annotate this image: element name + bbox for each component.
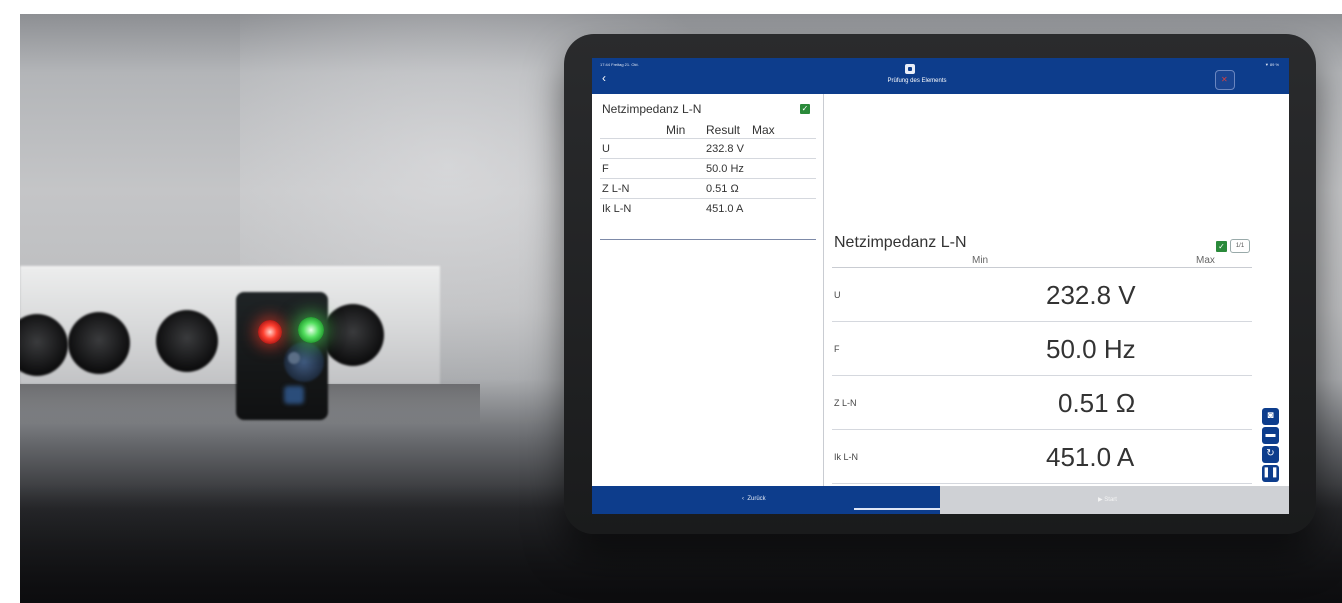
socket <box>68 312 130 374</box>
table-row: Ik L-N 451.0 A <box>600 198 816 218</box>
side-toolbar: ◙ ▬ ↻ ❚❚ <box>1262 408 1280 484</box>
status-battery: ▼ 89 % <box>1264 62 1279 67</box>
camera-button[interactable]: ◙ <box>1262 408 1279 425</box>
checkbox-checked-icon[interactable]: ✓ <box>1216 241 1227 252</box>
table-row: Z L-N 0.51 Ω <box>600 178 816 198</box>
measurement-value: 0.51 Ω <box>1058 388 1136 418</box>
red-led <box>258 320 282 344</box>
active-indicator <box>854 508 940 510</box>
top-bar: 17:44 Freitag 21. Okt. ▼ 89 % ‹ Prüfung … <box>592 58 1289 94</box>
page-title: Prüfung des Elements <box>887 78 947 84</box>
column-header-min: Min <box>666 123 686 137</box>
start-button-label: ▶ Start <box>1098 497 1117 503</box>
checkbox-checked-icon: ✓ <box>800 104 810 114</box>
measurement-value: 232.8 V <box>1046 280 1136 310</box>
blue-led <box>284 386 304 404</box>
measurement-row: U 232.8 V <box>832 268 1252 322</box>
column-header-result: Result <box>706 123 741 137</box>
small-led <box>288 352 300 364</box>
close-x-icon: ✕ <box>1221 75 1228 84</box>
socket-tester-device <box>236 292 328 420</box>
column-header-max: Max <box>1196 255 1215 266</box>
green-led <box>298 317 324 343</box>
back-button[interactable]: ‹ Zurück <box>592 486 940 514</box>
measurement-label: F <box>834 344 840 354</box>
measurement-label: Ik L-N <box>834 452 859 462</box>
status-time: 17:44 Freitag 21. Okt. <box>600 62 639 67</box>
measurement-row: Z L-N 0.51 Ω <box>832 376 1252 430</box>
measurement-value: 451.0 A <box>1046 442 1135 472</box>
measurement-label: Z L-N <box>834 398 857 408</box>
back-label-text: Zurück <box>747 496 766 502</box>
row-label: Z L-N <box>602 183 630 195</box>
start-button[interactable]: ▶ Start <box>940 486 1289 514</box>
refresh-icon: ↻ <box>1266 448 1275 459</box>
row-value: 451.0 A <box>706 203 744 215</box>
detail-title: Netzimpedanz L-N <box>834 234 967 251</box>
tablet-screen: 17:44 Freitag 21. Okt. ▼ 89 % ‹ Prüfung … <box>592 58 1289 514</box>
result-card[interactable]: Netzimpedanz L-N ✓ Min Result Max U 232.… <box>600 102 816 240</box>
column-header-min: Min <box>972 255 989 266</box>
camera-icon: ◙ <box>1267 410 1274 421</box>
row-value: 0.51 Ω <box>706 183 739 195</box>
row-label: F <box>602 163 609 175</box>
measurement-value: 50.0 Hz <box>1046 334 1136 364</box>
folder-icon: ▬ <box>1265 429 1276 440</box>
pause-button[interactable]: ❚❚ <box>1262 465 1279 482</box>
socket <box>156 310 218 372</box>
results-list-panel: Netzimpedanz L-N ✓ Min Result Max U 232.… <box>592 94 824 486</box>
row-label: U <box>602 143 610 155</box>
close-button[interactable]: ✕ <box>1215 70 1235 90</box>
app-logo-icon <box>905 64 915 74</box>
page-indicator: 1/1 <box>1230 239 1250 253</box>
bottom-bar: ‹ Zurück ▶ Start <box>592 486 1289 514</box>
measurement-row: Ik L-N 451.0 A <box>832 430 1252 484</box>
folder-button[interactable]: ▬ <box>1262 427 1279 444</box>
result-detail-panel: Netzimpedanz L-N ✓ 1/1 Min Max U 232.8 V… <box>824 94 1289 486</box>
row-label: Ik L-N <box>602 203 632 215</box>
row-value: 50.0 Hz <box>706 163 744 175</box>
table-row: F 50.0 Hz <box>600 158 816 178</box>
chevron-left-icon[interactable]: ‹ <box>602 72 606 84</box>
socket <box>322 304 384 366</box>
row-value: 232.8 V <box>706 143 744 155</box>
measurement-label: U <box>834 290 841 300</box>
refresh-button[interactable]: ↻ <box>1262 446 1279 463</box>
pause-icon: ❚❚ <box>1262 467 1279 478</box>
table-row: U 232.8 V <box>600 138 816 158</box>
back-button-label: ‹ Zurück <box>742 496 766 502</box>
measurement-row: F 50.0 Hz <box>832 322 1252 376</box>
result-card-title: Netzimpedanz L-N <box>602 102 702 116</box>
column-header-max: Max <box>752 123 775 137</box>
